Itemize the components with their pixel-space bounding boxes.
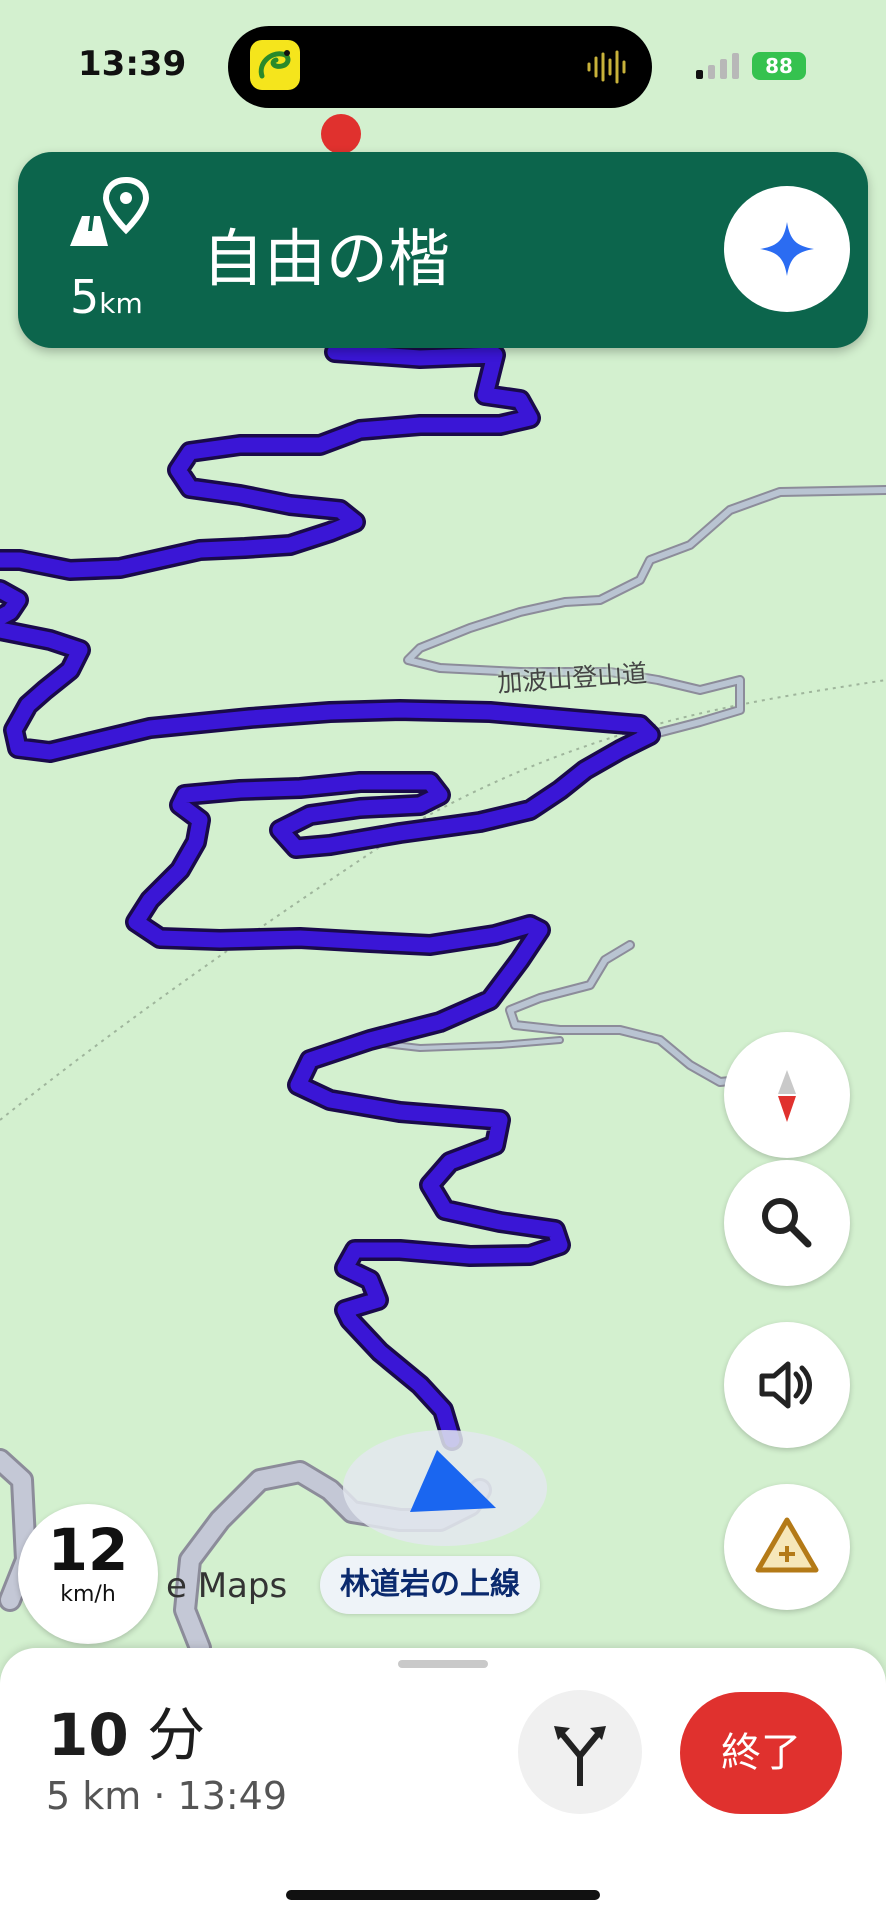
live-activity-app-icon[interactable] (250, 40, 300, 90)
speedometer: 12 km/h (18, 1504, 158, 1644)
gemini-assistant-button[interactable] (724, 186, 850, 312)
audio-wave-icon (587, 50, 626, 84)
battery-indicator: 88 (752, 52, 806, 80)
sheet-drag-handle[interactable] (398, 1660, 488, 1668)
speed-unit: km/h (60, 1582, 116, 1607)
current-road-label: 林道岩の上線 (320, 1556, 540, 1614)
trip-distance-arrival: 5 km · 13:49 (46, 1774, 288, 1818)
route-fork-icon (554, 1726, 606, 1786)
search-icon (762, 1198, 812, 1248)
home-indicator[interactable] (286, 1890, 600, 1900)
report-hazard-icon (755, 1517, 819, 1573)
guidance-street-name: 自由の楷 (202, 222, 451, 295)
volume-button[interactable] (724, 1322, 850, 1448)
volume-icon (759, 1361, 812, 1409)
compass-icon (778, 1070, 796, 1122)
search-along-route-button[interactable] (724, 1160, 850, 1286)
compass-button[interactable] (724, 1032, 850, 1158)
trip-duration: 10 分 (48, 1701, 206, 1769)
cellular-signal-icon (696, 53, 739, 79)
navigation-route (0, 344, 658, 1448)
status-time: 13:39 (78, 44, 187, 84)
alternate-routes-button[interactable] (518, 1690, 642, 1814)
destination-pin (321, 114, 361, 154)
sparkle-icon (760, 222, 814, 276)
report-incident-button[interactable] (724, 1484, 850, 1610)
maps-watermark: e Maps (166, 1566, 288, 1606)
guidance-distance: 5km (70, 270, 143, 324)
end-navigation-button[interactable]: 終了 (680, 1692, 842, 1814)
speed-value: 12 (47, 1516, 129, 1584)
route-destination-icon (70, 176, 150, 246)
